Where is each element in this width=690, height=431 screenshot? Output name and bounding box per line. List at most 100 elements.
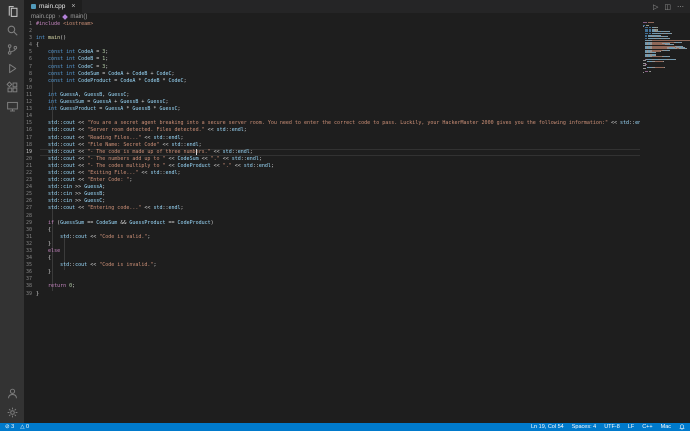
notifications-bell-icon[interactable] — [679, 424, 685, 430]
line-number[interactable]: 31 — [24, 234, 36, 241]
line-number[interactable]: 11 — [24, 92, 36, 99]
code-line[interactable]: 33 else — [24, 248, 690, 255]
minimap[interactable] — [640, 21, 690, 423]
line-number[interactable]: 12 — [24, 99, 36, 106]
line-number[interactable]: 20 — [24, 156, 36, 163]
warnings-indicator[interactable]: △ 0 — [20, 423, 29, 431]
code-line[interactable]: 29 if (GuessSum == CodeSum && GuessProdu… — [24, 220, 690, 227]
line-number[interactable]: 18 — [24, 142, 36, 149]
code-line[interactable]: 35 std::cout << "Code is invalid."; — [24, 262, 690, 269]
split-editor-icon[interactable]: ◫ — [664, 3, 671, 11]
line-number[interactable]: 22 — [24, 170, 36, 177]
breadcrumb-symbol[interactable]: main() — [70, 14, 87, 20]
code-line[interactable]: 25 std::cin >> GuessB; — [24, 191, 690, 198]
code-line[interactable]: 28 — [24, 213, 690, 220]
line-number[interactable]: 3 — [24, 35, 36, 42]
line-number[interactable]: 2 — [24, 28, 36, 35]
line-number[interactable]: 16 — [24, 127, 36, 134]
line-number[interactable]: 35 — [24, 262, 36, 269]
close-tab-icon[interactable]: × — [71, 3, 75, 10]
code-line[interactable]: 23 std::cout << "Enter Code: "; — [24, 177, 690, 184]
run-icon[interactable]: ▷ — [653, 3, 658, 11]
code-line[interactable]: 3int main() — [24, 35, 690, 42]
line-number[interactable]: 39 — [24, 291, 36, 298]
code-line[interactable]: 1#include <iostream> — [24, 21, 690, 28]
line-number[interactable]: 25 — [24, 191, 36, 198]
line-number[interactable]: 27 — [24, 205, 36, 212]
code-line[interactable]: 7 const int CodeC = 3; — [24, 64, 690, 71]
line-number[interactable]: 15 — [24, 120, 36, 127]
code-line[interactable]: 2 — [24, 28, 690, 35]
more-actions-icon[interactable]: ⋯ — [677, 3, 684, 11]
tab-main-cpp[interactable]: main.cpp × — [24, 0, 82, 13]
run-debug-icon[interactable] — [6, 62, 19, 75]
code-line[interactable]: 26 std::cin >> GuessC; — [24, 198, 690, 205]
encoding[interactable]: UTF-8 — [604, 423, 620, 431]
code-line[interactable]: 39} — [24, 291, 690, 298]
line-number[interactable]: 4 — [24, 42, 36, 49]
code-line[interactable]: 5 const int CodeA = 3; — [24, 49, 690, 56]
settings-icon[interactable] — [6, 406, 19, 419]
breadcrumb-file[interactable]: main.cpp — [31, 14, 55, 20]
line-number[interactable]: 5 — [24, 49, 36, 56]
code-line[interactable]: 11 int GuessA, GuessB, GuessC; — [24, 92, 690, 99]
line-number[interactable]: 8 — [24, 71, 36, 78]
code-line[interactable]: 24 std::cin >> GuessA; — [24, 184, 690, 191]
cursor-position[interactable]: Ln 19, Col 54 — [531, 423, 564, 431]
code-line[interactable]: 20 std::cout << "- The numbers add up to… — [24, 156, 690, 163]
line-number[interactable]: 21 — [24, 163, 36, 170]
code-line[interactable]: 16 std::cout << "Server room detected. F… — [24, 127, 690, 134]
code-line[interactable]: 10 — [24, 85, 690, 92]
code-line[interactable]: 17 std::cout << "Reading Files..." << st… — [24, 135, 690, 142]
line-number[interactable]: 14 — [24, 113, 36, 120]
line-number[interactable]: 26 — [24, 198, 36, 205]
eol[interactable]: LF — [628, 423, 634, 431]
code-line[interactable]: 36 } — [24, 269, 690, 276]
search-icon[interactable] — [6, 24, 19, 37]
code-line[interactable]: 31 std::cout << "Code is valid."; — [24, 234, 690, 241]
code-line[interactable]: 19 std::cout << "- The code is made up o… — [24, 149, 690, 156]
line-number[interactable]: 1 — [24, 21, 36, 28]
code-line[interactable]: 22 std::cout << "Exiting File..." << std… — [24, 170, 690, 177]
code-line[interactable]: 13 int GuessProduct = GuessA * GuessB * … — [24, 106, 690, 113]
code-line[interactable]: 37 — [24, 276, 690, 283]
code-line[interactable]: 14 — [24, 113, 690, 120]
code-editor[interactable]: 1#include <iostream>23int main()4{5 cons… — [24, 21, 690, 423]
code-line[interactable]: 6 const int CodeB = 1; — [24, 56, 690, 63]
line-number[interactable]: 6 — [24, 56, 36, 63]
code-line[interactable]: 32 } — [24, 241, 690, 248]
code-line[interactable]: 8 const int CodeSum = CodeA + CodeB + Co… — [24, 71, 690, 78]
line-number[interactable]: 37 — [24, 276, 36, 283]
code-line[interactable]: 15 std::cout << "You are a secret agent … — [24, 120, 690, 127]
line-number[interactable]: 24 — [24, 184, 36, 191]
line-number[interactable]: 29 — [24, 220, 36, 227]
explorer-icon[interactable] — [6, 5, 19, 18]
code-line[interactable]: 27 std::cout << "Entering code..." << st… — [24, 205, 690, 212]
code-line[interactable]: 34 { — [24, 255, 690, 262]
errors-indicator[interactable]: ⊘ 3 — [5, 423, 14, 431]
code-line[interactable]: 12 int GuessSum = GuessA + GuessB + Gues… — [24, 99, 690, 106]
extensions-icon[interactable] — [6, 81, 19, 94]
line-number[interactable]: 10 — [24, 85, 36, 92]
line-number[interactable]: 28 — [24, 213, 36, 220]
remote-explorer-icon[interactable] — [6, 100, 19, 113]
language-mode[interactable]: C++ — [642, 423, 652, 431]
code-line[interactable]: 9 const int CodeProduct = CodeA * CodeB … — [24, 78, 690, 85]
account-icon[interactable] — [6, 387, 19, 400]
line-number[interactable]: 38 — [24, 283, 36, 290]
source-control-icon[interactable] — [6, 43, 19, 56]
code-line[interactable]: 18 std::cout << "File Name: Secret Code"… — [24, 142, 690, 149]
code-lines[interactable]: 1#include <iostream>23int main()4{5 cons… — [24, 21, 690, 423]
line-number[interactable]: 19 — [24, 149, 36, 156]
code-line[interactable]: 30 { — [24, 227, 690, 234]
line-number[interactable]: 13 — [24, 106, 36, 113]
line-number[interactable]: 30 — [24, 227, 36, 234]
indentation[interactable]: Spaces: 4 — [572, 423, 596, 431]
line-number[interactable]: 9 — [24, 78, 36, 85]
line-number[interactable]: 32 — [24, 241, 36, 248]
line-number[interactable]: 33 — [24, 248, 36, 255]
code-line[interactable]: 21 std::cout << "- The codes multiply to… — [24, 163, 690, 170]
cpp-configuration[interactable]: Mac — [661, 423, 671, 431]
line-number[interactable]: 7 — [24, 64, 36, 71]
code-line[interactable]: 4{ — [24, 42, 690, 49]
